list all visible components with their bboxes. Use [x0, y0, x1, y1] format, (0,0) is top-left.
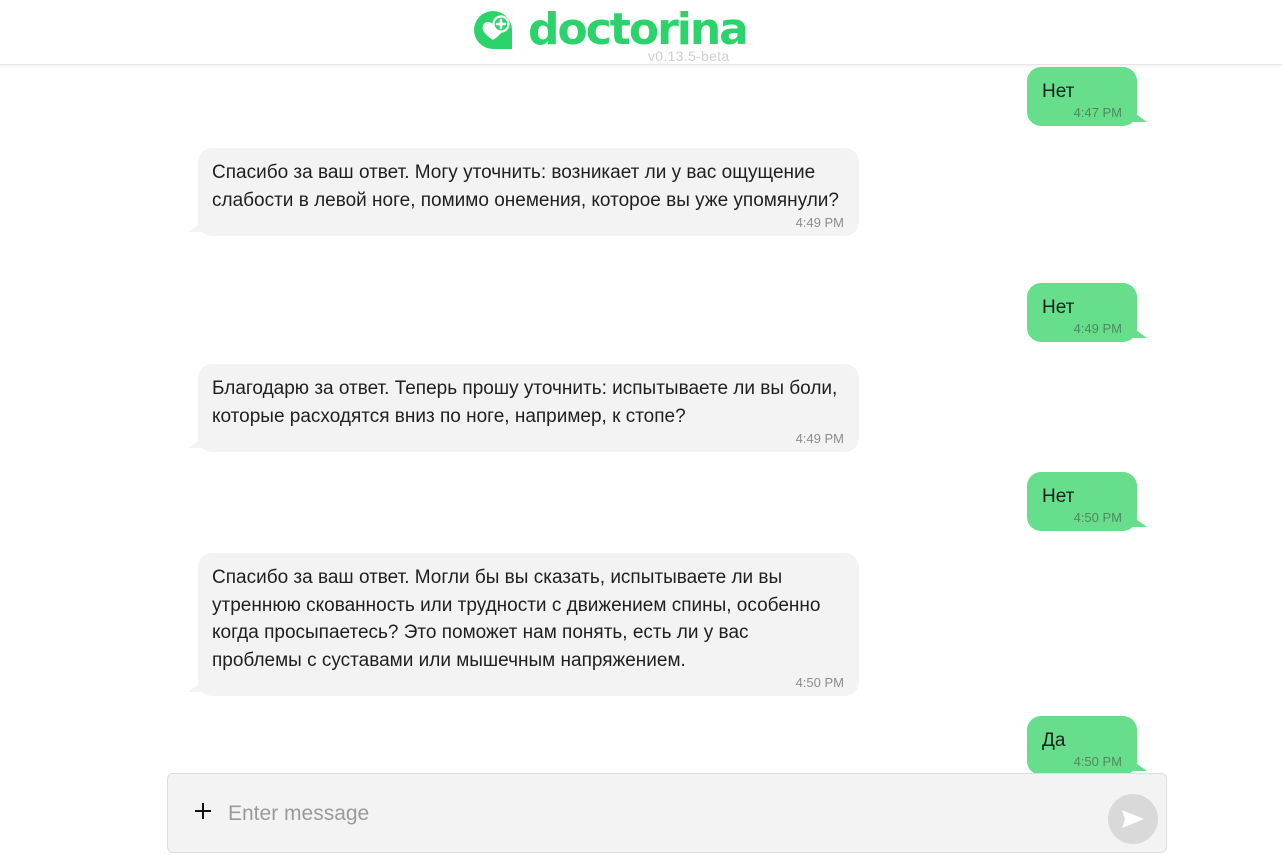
version-label: v0.13.5-beta [648, 48, 730, 64]
plus-icon[interactable] [192, 800, 214, 822]
logo[interactable]: doctorina [472, 4, 749, 55]
message-input[interactable] [226, 794, 1090, 834]
message-text: Да [1042, 730, 1066, 751]
message-time: 4:47 PM [1073, 104, 1122, 120]
message-text: Нет [1042, 486, 1075, 507]
message-time: 4:49 PM [1073, 320, 1122, 336]
message-composer [167, 773, 1167, 853]
send-icon [1122, 810, 1144, 828]
user-message: Нет 4:47 PM [1027, 67, 1147, 126]
message-text: Благодарю за ответ. Теперь прошу уточнит… [212, 378, 838, 427]
bot-message: Спасибо за ваш ответ. Могли бы вы сказат… [188, 553, 859, 696]
send-button[interactable] [1108, 794, 1158, 844]
message-text: Спасибо за ваш ответ. Могу уточнить: воз… [212, 162, 839, 211]
bot-message: Спасибо за ваш ответ. Могу уточнить: воз… [188, 148, 859, 236]
message-time: 4:50 PM [1073, 753, 1122, 769]
chat-history[interactable]: Нет 4:47 PM Спасибо за ваш ответ. Могу у… [0, 64, 1282, 774]
user-message: Нет 4:50 PM [1027, 472, 1147, 531]
logo-chat-heart-icon [474, 11, 512, 49]
attach-plus-glyph [195, 803, 211, 819]
message-text: Нет [1042, 297, 1075, 318]
message-time: 4:49 PM [795, 215, 844, 230]
user-message: Да 4:50 PM [1027, 716, 1147, 774]
message-time: 4:50 PM [795, 675, 844, 690]
app-header: doctorina v0.13.5-beta [0, 0, 1282, 65]
bot-message: Благодарю за ответ. Теперь прошу уточнит… [188, 364, 859, 452]
message-text: Спасибо за ваш ответ. Могли бы вы сказат… [212, 567, 821, 671]
message-text: Нет [1042, 81, 1075, 102]
user-message: Нет 4:49 PM [1027, 283, 1147, 342]
message-time: 4:49 PM [795, 431, 844, 446]
message-time: 4:50 PM [1073, 509, 1122, 525]
logo-text: doctorina [528, 4, 749, 55]
